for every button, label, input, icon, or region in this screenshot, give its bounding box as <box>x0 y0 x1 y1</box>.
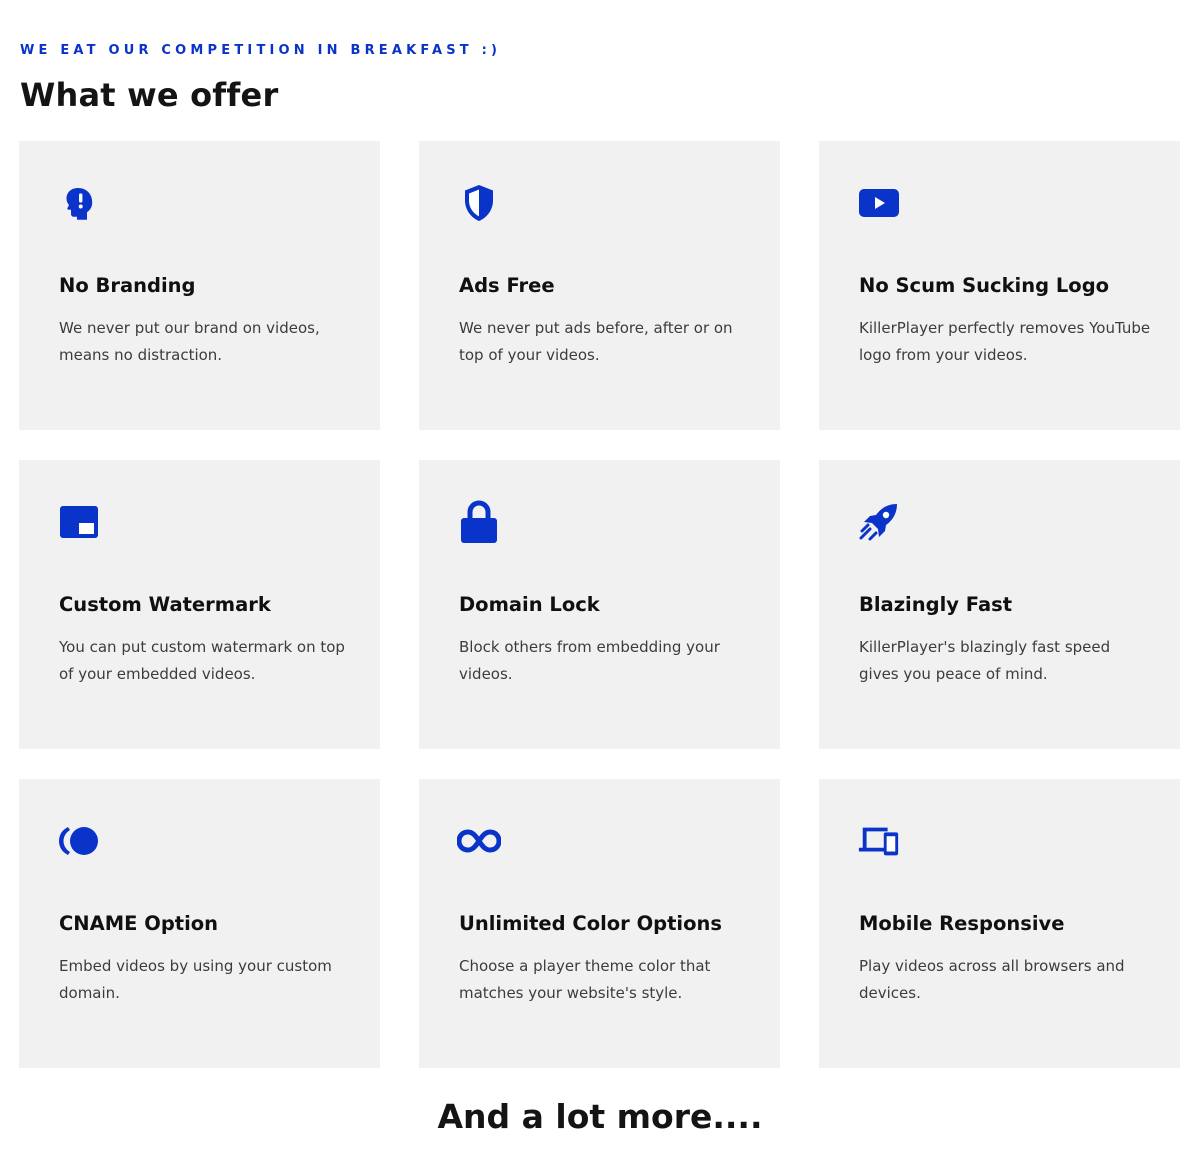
feature-title: Mobile Responsive <box>859 912 1065 935</box>
devices-icon <box>857 819 901 863</box>
cname-circle-icon <box>57 819 101 863</box>
feature-description: Block others from embedding your videos. <box>459 638 720 683</box>
features-grid: No Branding We never put our brand on vi… <box>19 141 1180 1068</box>
feature-card-domain-lock: Domain Lock Block others from embedding … <box>419 460 780 749</box>
youtube-play-icon <box>857 181 901 225</box>
feature-title: Domain Lock <box>459 593 600 616</box>
feature-description: Choose a player theme color that matches… <box>459 957 711 1002</box>
feature-description: KillerPlayer perfectly removes YouTube l… <box>859 319 1151 364</box>
feature-title: No Scum Sucking Logo <box>859 274 1110 297</box>
infinity-icon <box>457 819 501 863</box>
feature-title: Custom Watermark <box>59 593 271 616</box>
feature-card-custom-watermark: Custom Watermark You can put custom wate… <box>19 460 380 749</box>
feature-description: You can put custom watermark on top of y… <box>59 638 345 683</box>
feature-description: KillerPlayer's blazingly fast speed give… <box>859 638 1111 683</box>
feature-description: Embed videos by using your custom domain… <box>59 957 332 1002</box>
feature-card-no-branding: No Branding We never put our brand on vi… <box>19 141 380 430</box>
feature-card-blazingly-fast: Blazingly Fast KillerPlayer's blazingly … <box>819 460 1180 749</box>
feature-card-mobile-responsive: Mobile Responsive Play videos across all… <box>819 779 1180 1068</box>
feature-title: No Branding <box>59 274 196 297</box>
feature-card-no-logo: No Scum Sucking Logo KillerPlayer perfec… <box>819 141 1180 430</box>
feature-title: CNAME Option <box>59 912 219 935</box>
feature-card-cname-option: CNAME Option Embed videos by using your … <box>19 779 380 1068</box>
feature-description: We never put ads before, after or on top… <box>459 319 733 364</box>
feature-card-ads-free: Ads Free We never put ads before, after … <box>419 141 780 430</box>
feature-title: Ads Free <box>459 274 555 297</box>
feature-card-unlimited-colors: Unlimited Color Options Choose a player … <box>419 779 780 1068</box>
more-features-heading: And a lot more.... <box>437 1097 763 1136</box>
section-eyebrow: WE EAT OUR COMPETITION IN BREAKFAST :) <box>20 43 502 58</box>
feature-title: Unlimited Color Options <box>459 912 723 935</box>
lock-icon <box>457 500 501 544</box>
feature-description: Play videos across all browsers and devi… <box>859 957 1125 1002</box>
watermark-icon <box>57 500 101 544</box>
features-section: WE EAT OUR COMPETITION IN BREAKFAST :) W… <box>0 0 1200 1164</box>
section-title: What we offer <box>20 76 279 114</box>
feature-title: Blazingly Fast <box>859 593 1013 616</box>
feature-description: We never put our brand on videos, means … <box>59 319 320 364</box>
head-exclamation-icon <box>57 181 101 225</box>
shield-icon <box>457 181 501 225</box>
rocket-icon <box>857 500 901 544</box>
